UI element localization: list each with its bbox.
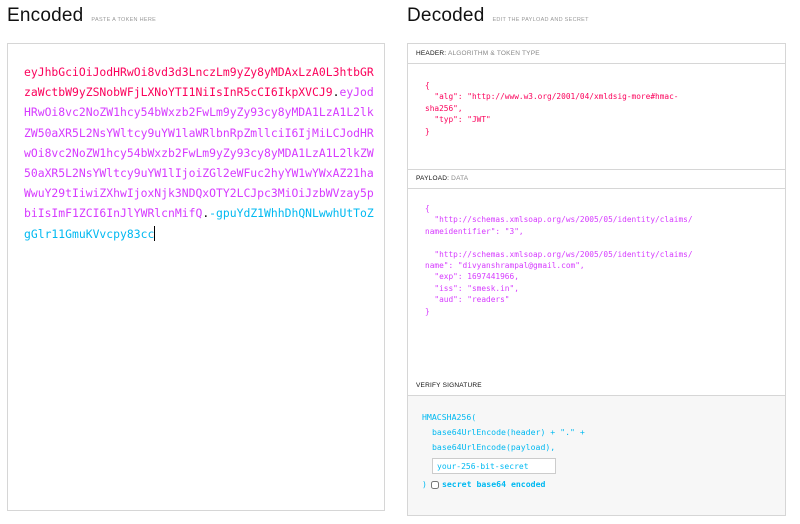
payload-section-title: PAYLOAD: DATA (408, 169, 785, 189)
secret-input[interactable] (432, 458, 556, 474)
base64-checkbox-label[interactable]: secret base64 encoded (442, 477, 546, 492)
base64-checkbox[interactable] (430, 480, 439, 489)
encoded-heading: Encoded PASTE A TOKEN HERE (7, 5, 156, 27)
payload-subtitle-label: DATA (451, 175, 469, 182)
verify-section-title: VERIFY SIGNATURE (408, 376, 785, 396)
payload-section: PAYLOAD: DATA { "http://schemas.xmlsoap.… (408, 169, 785, 377)
token-header-part: eyJhbGciOiJodHRwOi8vd3d3LnczLm9yZy8yMDAx… (24, 65, 374, 100)
token-text[interactable]: eyJhbGciOiJodHRwOi8vd3d3LnczLm9yZy8yMDAx… (24, 62, 374, 244)
payload-title-label: PAYLOAD: (416, 175, 450, 182)
payload-encode-line: base64UrlEncode(payload), (432, 442, 556, 452)
close-paren-row: ) secret base64 encoded (422, 477, 585, 492)
header-title-label: HEADER: (416, 50, 447, 57)
text-cursor (154, 225, 156, 241)
encoded-title: Encoded (7, 5, 84, 26)
header-json-editor[interactable]: { "alg": "http://www.w3.org/2001/04/xmld… (425, 80, 678, 137)
decoded-title: Decoded (407, 5, 485, 26)
encoded-hint: PASTE A TOKEN HERE (91, 17, 157, 23)
hmac-function-line: HMACSHA256( (422, 412, 477, 422)
decoded-hint: EDIT THE PAYLOAD AND SECRET (492, 17, 589, 23)
decoded-panel: HEADER: ALGORITHM & TOKEN TYPE { "alg": … (407, 43, 786, 516)
verify-signature-body: HMACSHA256( base64UrlEncode(header) + ".… (422, 410, 585, 492)
decoded-heading: Decoded EDIT THE PAYLOAD AND SECRET (407, 5, 589, 27)
payload-json-editor[interactable]: { "http://schemas.xmlsoap.org/ws/2005/05… (425, 203, 693, 317)
header-section-title: HEADER: ALGORITHM & TOKEN TYPE (408, 44, 785, 64)
encoded-token-editor[interactable]: eyJhbGciOiJodHRwOi8vd3d3LnczLm9yZy8yMDAx… (7, 43, 385, 511)
header-section: HEADER: ALGORITHM & TOKEN TYPE { "alg": … (408, 44, 785, 170)
header-subtitle-label: ALGORITHM & TOKEN TYPE (447, 50, 540, 57)
token-payload-part: eyJodHRwOi8vc2NoZW1hcy54bWxzb2FwLm9yZy93… (24, 85, 374, 221)
close-paren: ) (422, 479, 427, 489)
verify-signature-section: VERIFY SIGNATURE HMACSHA256( base64UrlEn… (408, 376, 785, 515)
header-encode-line: base64UrlEncode(header) + "." + (432, 427, 585, 437)
